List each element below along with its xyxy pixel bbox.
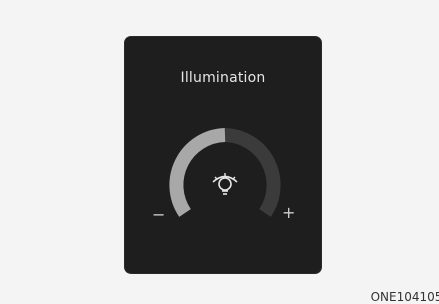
panel-title: Illumination — [180, 70, 266, 86]
illumination-panel: Illumination − + — [125, 37, 321, 273]
increase-button[interactable]: + — [282, 205, 295, 221]
illumination-dial[interactable] — [155, 125, 295, 235]
dial-arc-inactive — [224, 128, 281, 217]
decrease-button[interactable]: − — [152, 207, 165, 223]
illumination-bulb-icon — [212, 173, 238, 195]
dial-arc-active — [169, 128, 226, 217]
figure-code: ONE1041056N — [370, 290, 439, 304]
